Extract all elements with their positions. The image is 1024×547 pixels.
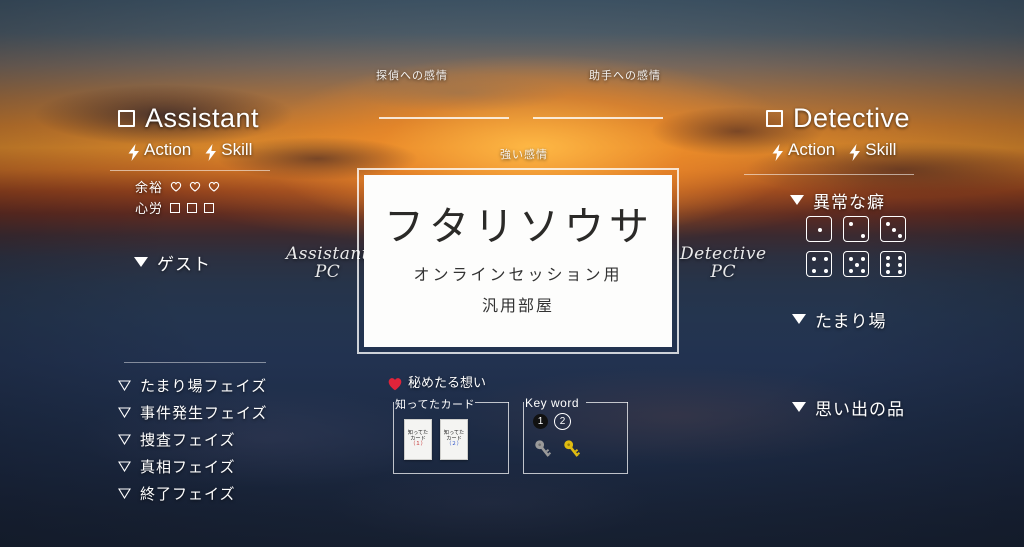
lightning-bolt-icon: [128, 143, 140, 161]
triangle-down-outline-icon: [118, 380, 131, 391]
phase-label: 終了フェイズ: [140, 485, 236, 503]
detective-title-row: Detective: [766, 103, 910, 134]
room-subtitle-1: オンラインセッション用: [413, 264, 623, 284]
phase-item-0[interactable]: たまり場フェイズ: [118, 375, 267, 396]
phase-label: 捜査フェイズ: [140, 431, 236, 449]
emotion-toward-assistant-line: [533, 117, 663, 119]
detective-pc-label: Detective PC: [680, 245, 767, 282]
phase-label: 事件発生フェイズ: [140, 404, 268, 422]
dice-face-grid: [806, 216, 906, 277]
assistant-stress-label: 心労: [135, 202, 164, 217]
emotion-toward-detective-line: [379, 117, 509, 119]
detective-skill-label[interactable]: Skill: [865, 140, 896, 160]
die-face-6[interactable]: [880, 251, 906, 277]
die-face-4[interactable]: [806, 251, 832, 277]
emotion-toward-detective-label: 探偵への感情: [376, 69, 448, 82]
phase-list-divider: [124, 362, 266, 363]
key-icon[interactable]: [533, 438, 553, 460]
lightning-bolt-icon: [849, 143, 861, 161]
room-title: フタリソウサ: [384, 203, 654, 250]
heart-outline-icon[interactable]: [170, 181, 182, 192]
key-word-keys: [533, 438, 582, 460]
assistant-composure-row: 余裕: [135, 177, 220, 196]
known-card-1[interactable]: 知ってた カード （１）: [404, 419, 432, 460]
assistant-divider: [110, 170, 270, 171]
die-face-5[interactable]: [843, 251, 869, 277]
known-cards-list: 知ってた カード （１） 知ってた カード （２）: [404, 419, 468, 460]
emotion-toward-assistant-label: 助手への感情: [589, 69, 661, 82]
triangle-down-filled-icon: [792, 313, 806, 324]
die-face-1[interactable]: [806, 216, 832, 242]
key-word-marker-1[interactable]: 1: [533, 414, 548, 429]
phase-item-1[interactable]: 事件発生フェイズ: [118, 402, 268, 423]
known-card-2-line3: （２）: [446, 441, 462, 448]
key-word-markers: 1 2: [533, 413, 571, 430]
memento-section[interactable]: 思い出の品: [792, 395, 905, 420]
assistant-stress-row: 心労: [135, 198, 215, 217]
known-card-1-line3: （１）: [410, 441, 426, 448]
triangle-down-filled-icon: [790, 194, 804, 205]
triangle-down-outline-icon: [118, 488, 131, 499]
phase-label: 真相フェイズ: [140, 458, 236, 476]
memento-label: 思い出の品: [815, 400, 905, 420]
hangout-label: たまり場: [815, 312, 887, 332]
secret-feeling-label: 秘めたる想い: [408, 376, 487, 391]
assistant-title-row: Assistant: [118, 103, 259, 134]
lightning-bolt-icon: [772, 143, 784, 161]
square-outline-icon[interactable]: [204, 202, 215, 213]
square-outline-icon[interactable]: [187, 202, 198, 213]
phase-item-4[interactable]: 終了フェイズ: [118, 483, 236, 504]
hangout-section[interactable]: たまり場: [792, 307, 887, 332]
key-icon[interactable]: [562, 438, 582, 460]
heart-filled-icon: [387, 376, 403, 391]
detective-action-label[interactable]: Action: [788, 140, 835, 160]
detective-title: Detective: [793, 103, 911, 133]
strong-emotion-label: 強い感情: [500, 148, 548, 161]
secret-feeling-row[interactable]: 秘めたる想い: [387, 372, 486, 391]
quirk-label: 異常な癖: [813, 193, 885, 213]
empty-square-icon[interactable]: [118, 110, 135, 127]
triangle-down-outline-icon: [118, 461, 131, 472]
key-word-group: Key word 1 2: [523, 396, 628, 474]
assistant-title: Assistant: [145, 103, 260, 133]
lightning-bolt-icon: [205, 143, 217, 161]
known-card-2[interactable]: 知ってた カード （２）: [440, 419, 468, 460]
triangle-down-filled-icon: [792, 401, 806, 412]
phase-label: たまり場フェイズ: [140, 377, 268, 395]
assistant-composure-label: 余裕: [135, 181, 164, 196]
heart-outline-icon[interactable]: [189, 181, 201, 192]
heart-outline-icon[interactable]: [208, 181, 220, 192]
room-title-card: フタリソウサ オンラインセッション用 汎用部屋: [357, 168, 679, 354]
quirk-section[interactable]: 異常な癖: [790, 188, 885, 213]
assistant-skill-label[interactable]: Skill: [221, 140, 252, 160]
room-subtitle-2: 汎用部屋: [481, 295, 554, 315]
die-face-3[interactable]: [880, 216, 906, 242]
known-cards-group: 知ってたカード 知ってた カード （１） 知ってた カード （２）: [393, 398, 509, 474]
guest-label: ゲスト: [157, 255, 211, 275]
key-word-marker-2[interactable]: 2: [554, 413, 571, 430]
assistant-action-skill-row: Action Skill: [128, 140, 252, 161]
empty-square-icon[interactable]: [766, 110, 783, 127]
detective-divider: [744, 174, 914, 175]
square-outline-icon[interactable]: [170, 202, 181, 213]
guest-section[interactable]: ゲスト: [134, 250, 211, 275]
triangle-down-filled-icon: [134, 256, 148, 267]
assistant-action-label[interactable]: Action: [144, 140, 191, 160]
key-word-label: Key word: [525, 396, 580, 410]
session-room-board: 探偵への感情 助手への感情 強い感情 Assistant Action Skil…: [0, 0, 1024, 547]
phase-item-3[interactable]: 真相フェイズ: [118, 456, 236, 477]
triangle-down-outline-icon: [118, 434, 131, 445]
detective-pc-line2: PC: [710, 261, 736, 282]
detective-action-skill-row: Action Skill: [772, 140, 896, 161]
triangle-down-outline-icon: [118, 407, 131, 418]
known-cards-label: 知ってたカード: [395, 398, 475, 411]
phase-item-2[interactable]: 捜査フェイズ: [118, 429, 236, 450]
die-face-2[interactable]: [843, 216, 869, 242]
